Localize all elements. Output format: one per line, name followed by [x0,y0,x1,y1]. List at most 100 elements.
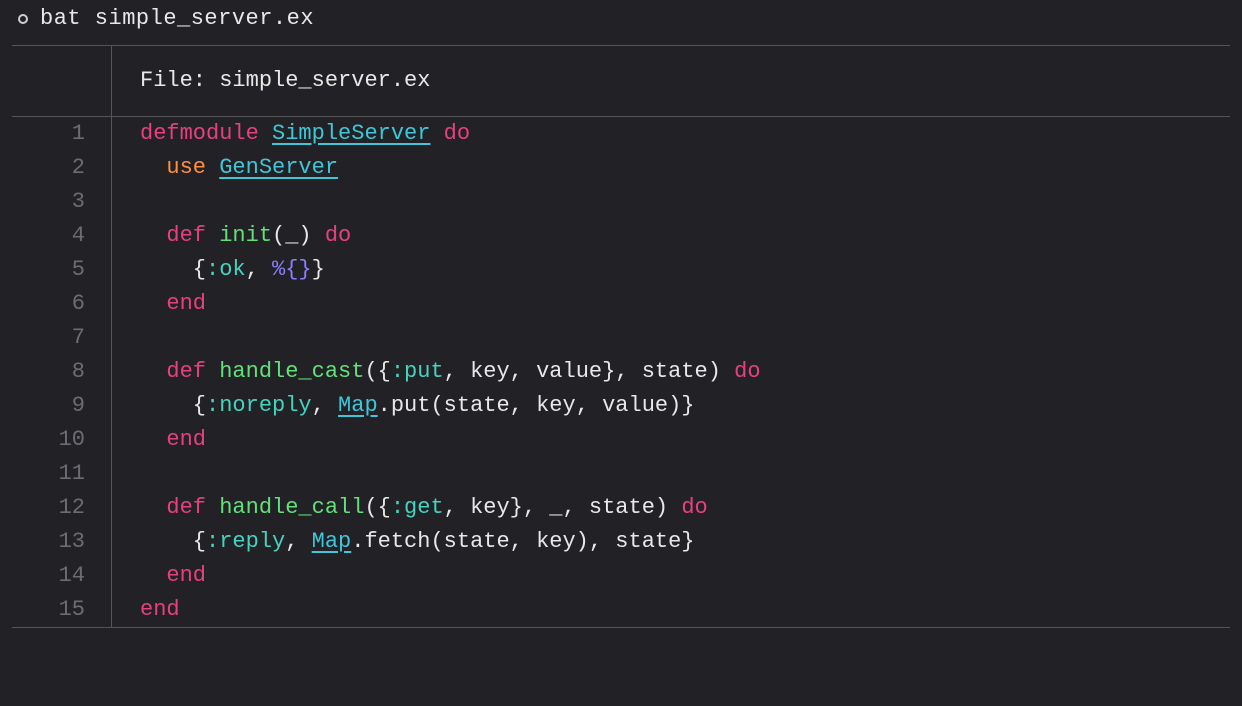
command-line: bat simple_server.ex [0,0,1242,45]
line-number: 6 [12,287,112,321]
token-kw: end [140,597,180,622]
code-row: 5 {:ok, %{}} [12,253,1230,287]
token-punc: } [312,257,325,282]
code-row: 10 end [12,423,1230,457]
token-mod: Map [338,393,378,418]
token-id: , key, value}, state) [444,359,734,384]
token-punc: , [246,257,272,282]
line-number: 14 [12,559,112,593]
code-row: 9 {:noreply, Map.put(state, key, value)} [12,389,1230,423]
token-kw: do [681,495,707,520]
token-id: .fetch(state, key), state} [351,529,694,554]
line-number: 5 [12,253,112,287]
token-kw: end [166,291,206,316]
code-line: end [112,287,1230,321]
file-header-prefix: File: [140,68,219,93]
code-line: end [112,593,1230,627]
token-id [140,563,166,588]
token-punc: , [285,529,311,554]
token-id [140,155,166,180]
command-text: bat simple_server.ex [40,6,314,31]
token-punc: , [312,393,338,418]
code-line: end [112,423,1230,457]
token-mod: Map [312,529,352,554]
line-number: 13 [12,525,112,559]
token-kw: def [166,495,219,520]
token-id: .put(state, key, value)} [378,393,695,418]
file-name: simple_server.ex [219,68,430,93]
token-id [140,223,166,248]
code-row: 13 {:reply, Map.fetch(state, key), state… [12,525,1230,559]
line-number: 1 [12,117,112,151]
line-number: 10 [12,423,112,457]
code-line: end [112,559,1230,593]
token-punc: { [140,529,206,554]
line-number: 3 [12,185,112,219]
file-viewer: File: simple_server.ex 1defmodule Simple… [12,45,1230,628]
code-row: 15 end [12,593,1230,627]
gutter [12,46,112,116]
token-kw: do [325,223,351,248]
code-row: 8 def handle_cast({:put, key, value}, st… [12,355,1230,389]
line-number: 7 [12,321,112,355]
code-line: def handle_call({:get, key}, _, state) d… [112,491,1230,525]
code-row: 14 end [12,559,1230,593]
token-id: (_) [272,223,325,248]
line-number: 9 [12,389,112,423]
token-mod: SimpleServer [272,121,430,146]
code-row: 7 [12,321,1230,355]
code-line: {:ok, %{}} [112,253,1230,287]
code-line: use GenServer [112,151,1230,185]
token-kw: end [166,563,206,588]
divider [12,627,1230,628]
token-kw: defmodule [140,121,272,146]
code-line [112,185,1230,219]
line-number: 12 [12,491,112,525]
code-line: def init(_) do [112,219,1230,253]
token-pct: %{} [272,257,312,282]
token-id [140,291,166,316]
line-number: 15 [12,593,112,627]
line-number: 2 [12,151,112,185]
line-number: 4 [12,219,112,253]
code-row: 3 [12,185,1230,219]
token-kw: do [734,359,760,384]
token-atom: :noreply [206,393,312,418]
file-header: File: simple_server.ex [112,46,1230,116]
code-line: def handle_cast({:put, key, value}, stat… [112,355,1230,389]
token-fn: handle_cast [219,359,364,384]
prompt-bullet-icon [18,14,28,24]
code-line: defmodule SimpleServer do [112,117,1230,151]
token-id [140,427,166,452]
token-atom: :ok [206,257,246,282]
line-number: 11 [12,457,112,491]
token-id: , key}, _, state) [444,495,682,520]
token-mod: GenServer [219,155,338,180]
code-row: 1defmodule SimpleServer do [12,117,1230,151]
code-body: 1defmodule SimpleServer do2 use GenServe… [12,117,1230,627]
token-atom: :put [391,359,444,384]
code-line [112,457,1230,491]
code-line [112,321,1230,355]
code-row: 6 end [12,287,1230,321]
code-line: {:noreply, Map.put(state, key, value)} [112,389,1230,423]
code-line: {:reply, Map.fetch(state, key), state} [112,525,1230,559]
token-kw: do [430,121,470,146]
token-punc: ({ [364,359,390,384]
token-punc: { [140,393,206,418]
token-fn: handle_call [219,495,364,520]
token-fn: init [219,223,272,248]
token-atom: :get [391,495,444,520]
token-atom: :reply [206,529,285,554]
code-row: 4 def init(_) do [12,219,1230,253]
token-kw: def [166,223,219,248]
line-number: 8 [12,355,112,389]
code-row: 12 def handle_call({:get, key}, _, state… [12,491,1230,525]
token-id [140,495,166,520]
token-punc: ({ [364,495,390,520]
token-kw: end [166,427,206,452]
token-okw: use [166,155,219,180]
token-id [140,359,166,384]
file-header-row: File: simple_server.ex [12,46,1230,116]
token-kw: def [166,359,219,384]
